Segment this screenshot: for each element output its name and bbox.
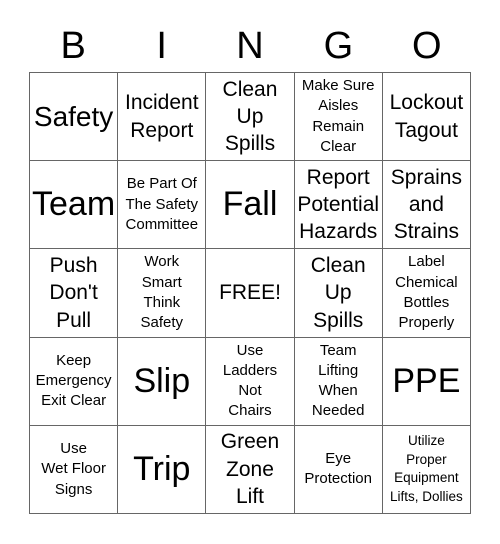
bingo-cell[interactable]: Use Ladders Not Chairs [206,337,295,426]
bingo-cell[interactable]: Sprains and Strains [382,161,471,250]
bingo-card-grid: Safety Incident Report Clean Up Spills Make… [29,72,471,514]
bingo-cell[interactable]: Label Chemical Bottles Properly [382,249,471,338]
bingo-cell[interactable]: Report Potential Hazards [294,161,383,250]
bingo-cell[interactable]: Use Wet Floor Signs [30,425,119,514]
bingo-cell[interactable]: Work Smart Think Safety [118,249,207,338]
bingo-free-space[interactable]: FREE! [206,249,295,338]
bingo-cell[interactable]: Fall [206,161,295,250]
bingo-cell[interactable]: Team Lifting When Needed [294,337,383,426]
bingo-cell[interactable]: Utilize Proper Equipment Lifts, Dollies [382,425,471,514]
header-letter-o: O [412,25,442,67]
bingo-cell[interactable]: Be Part Of The Safety Committee [118,161,207,250]
bingo-cell[interactable]: Lockout Tagout [382,73,471,162]
header-letter-i: I [156,25,167,67]
bingo-cell[interactable]: Clean Up Spills [294,249,383,338]
bingo-cell[interactable]: Green Zone Lift [206,425,295,514]
header-letter-n: N [236,25,264,67]
bingo-cell[interactable]: Trip [118,425,207,514]
bingo-cell[interactable]: PPE [382,337,471,426]
bingo-cell[interactable]: Push Don't Pull [30,249,119,338]
header-letter-g: G [323,25,354,67]
bingo-cell[interactable]: Keep Emergency Exit Clear [30,337,119,426]
bingo-cell[interactable]: Incident Report [118,73,207,162]
bingo-cell[interactable]: Make Sure Aisles Remain Clear [294,73,383,162]
bingo-cell[interactable]: Clean Up Spills [206,73,295,162]
bingo-cell[interactable]: Safety [30,73,119,162]
bingo-cell[interactable]: Slip [118,337,207,426]
bingo-cell[interactable]: Eye Protection [294,425,383,514]
header-letter-b: B [60,25,86,67]
bingo-cell[interactable]: Team [30,161,119,250]
bingo-header: B I N G O [29,20,471,72]
